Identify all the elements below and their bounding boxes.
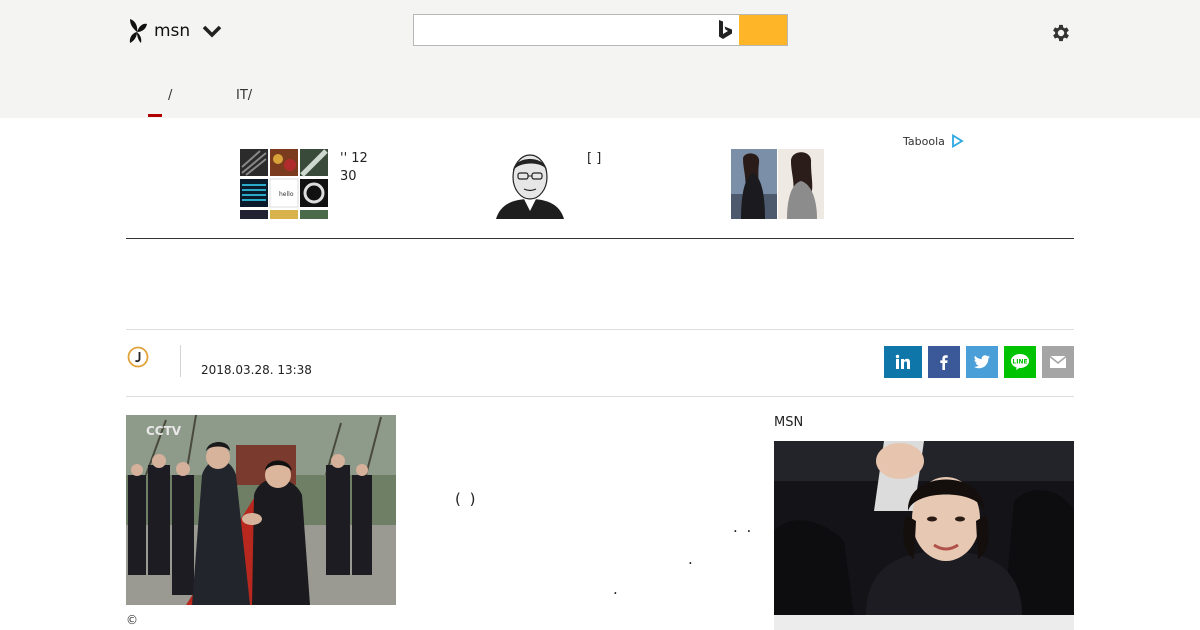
facebook-icon — [940, 355, 948, 370]
twitter-icon — [973, 355, 990, 369]
share-twitter-button[interactable] — [966, 346, 998, 378]
linkedin-icon — [895, 354, 910, 369]
taboola-label: Taboola — [903, 134, 945, 148]
share-email-button[interactable] — [1042, 346, 1074, 378]
photo-credit: © — [126, 613, 138, 627]
article-photo[interactable]: CCTV — [126, 415, 396, 605]
meta-top-rule — [126, 329, 1074, 330]
body-text-fragment-2: . . — [733, 518, 754, 536]
tab-news[interactable]: / — [146, 88, 172, 117]
logo-text: msn — [154, 21, 191, 41]
bing-icon — [719, 20, 732, 39]
promo-thumbnail-3[interactable] — [731, 149, 824, 219]
header: msn / IT/ — [0, 0, 1200, 118]
section-divider — [126, 238, 1074, 239]
search-button[interactable] — [739, 15, 787, 45]
share-facebook-button[interactable] — [928, 346, 960, 378]
svg-text:CCTV: CCTV — [146, 424, 182, 438]
promo-text-1-line1: '' 12 — [340, 151, 368, 166]
tab-it-science[interactable]: IT/ — [236, 88, 252, 103]
chevron-down-icon[interactable] — [200, 17, 224, 45]
line-icon: LINE — [1011, 354, 1029, 370]
svg-text:hello: hello — [279, 191, 294, 198]
promo-text-2-line1: [ ] — [587, 151, 602, 166]
butterfly-icon — [129, 19, 147, 43]
promo-text-1-line2: 30 — [340, 169, 357, 184]
share-linkedin-button[interactable] — [884, 346, 922, 378]
promo-text-1[interactable]: '' 12 30 — [340, 150, 368, 186]
publisher-logo-icon[interactable] — [127, 346, 149, 368]
svg-text:LINE: LINE — [1012, 359, 1027, 366]
taboola-branding[interactable]: Taboola — [903, 134, 964, 148]
promo-text-2[interactable]: [ ] — [587, 150, 601, 168]
sidebar-caption-bar — [774, 615, 1074, 630]
search-box — [413, 14, 788, 46]
taboola-play-icon — [951, 134, 964, 148]
meta-bottom-rule — [126, 396, 1074, 397]
meta-divider — [180, 345, 181, 377]
sidebar-label: MSN — [774, 415, 804, 430]
msn-logo[interactable]: msn — [126, 16, 224, 46]
article-date: 2018.03.28. 13:38 — [201, 363, 312, 377]
body-text-fragment-1: ( ) — [455, 490, 478, 508]
promo-thumbnail-1[interactable]: hello — [238, 149, 330, 219]
email-icon — [1049, 355, 1067, 368]
body-text-fragment-3: . — [688, 550, 695, 568]
gear-icon[interactable] — [1050, 22, 1072, 44]
sidebar-photo[interactable] — [774, 441, 1074, 615]
search-input[interactable] — [414, 15, 710, 45]
promo-thumbnail-2[interactable] — [490, 149, 570, 219]
body-text-fragment-4: . — [613, 580, 620, 598]
share-line-button[interactable]: LINE — [1004, 346, 1036, 378]
